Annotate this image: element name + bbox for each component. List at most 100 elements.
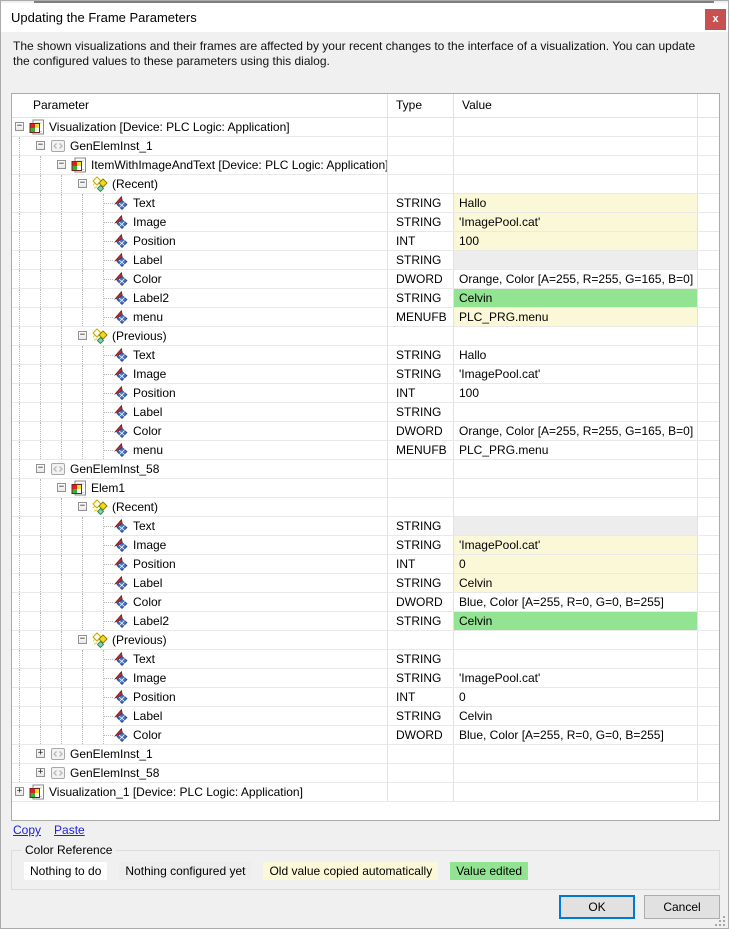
value-cell[interactable]: Hallo: [454, 194, 698, 212]
tree-guide-line: [61, 593, 62, 611]
table-row[interactable]: −ItemWithImageAndText [Device: PLC Logic…: [12, 156, 719, 175]
value-cell[interactable]: 100: [454, 384, 698, 402]
table-row[interactable]: LabelSTRING: [12, 251, 719, 270]
expand-toggle-icon[interactable]: +: [15, 787, 24, 796]
value-cell[interactable]: [454, 460, 698, 478]
value-cell[interactable]: 'ImagePool.cat': [454, 213, 698, 231]
table-row[interactable]: ColorDWORDBlue, Color [A=255, R=0, G=0, …: [12, 593, 719, 612]
tree-guide-line: [40, 213, 41, 231]
value-cell[interactable]: [454, 118, 698, 136]
value-cell[interactable]: [454, 745, 698, 763]
value-cell[interactable]: 'ImagePool.cat': [454, 536, 698, 554]
table-row[interactable]: ColorDWORDOrange, Color [A=255, R=255, G…: [12, 422, 719, 441]
value-cell[interactable]: Orange, Color [A=255, R=255, G=165, B=0]: [454, 422, 698, 440]
value-cell[interactable]: [454, 251, 698, 269]
table-row[interactable]: Label2STRINGCelvin: [12, 612, 719, 631]
table-row[interactable]: −(Recent): [12, 175, 719, 194]
tree-guide-line: [40, 156, 41, 174]
value-cell[interactable]: Celvin: [454, 289, 698, 307]
table-row[interactable]: −GenElemInst_58: [12, 460, 719, 479]
table-row[interactable]: ImageSTRING'ImagePool.cat': [12, 536, 719, 555]
value-cell[interactable]: [454, 517, 698, 535]
value-cell[interactable]: [454, 498, 698, 516]
value-cell[interactable]: [454, 403, 698, 421]
collapse-toggle-icon[interactable]: −: [78, 502, 87, 511]
value-cell[interactable]: [454, 175, 698, 193]
value-cell[interactable]: 100: [454, 232, 698, 250]
collapse-toggle-icon[interactable]: −: [57, 160, 66, 169]
value-cell[interactable]: Blue, Color [A=255, R=0, G=0, B=255]: [454, 593, 698, 611]
copy-link[interactable]: Copy: [13, 823, 41, 837]
table-row[interactable]: LabelSTRING: [12, 403, 719, 422]
expand-toggle-icon[interactable]: +: [36, 768, 45, 777]
value-cell[interactable]: 'ImagePool.cat': [454, 365, 698, 383]
collapse-toggle-icon[interactable]: −: [15, 122, 24, 131]
table-row[interactable]: LabelSTRINGCelvin: [12, 707, 719, 726]
collapse-toggle-icon[interactable]: −: [36, 464, 45, 473]
filler-cell: [698, 156, 719, 174]
value-cell[interactable]: Orange, Color [A=255, R=255, G=165, B=0]: [454, 270, 698, 288]
table-row[interactable]: LabelSTRINGCelvin: [12, 574, 719, 593]
collapse-toggle-icon[interactable]: −: [78, 635, 87, 644]
value-cell[interactable]: PLC_PRG.menu: [454, 441, 698, 459]
table-row[interactable]: ImageSTRING'ImagePool.cat': [12, 213, 719, 232]
table-row[interactable]: TextSTRING: [12, 650, 719, 669]
table-row[interactable]: TextSTRINGHallo: [12, 194, 719, 213]
collapse-toggle-icon[interactable]: −: [78, 331, 87, 340]
column-header-value[interactable]: Value: [454, 94, 698, 117]
value-cell[interactable]: PLC_PRG.menu: [454, 308, 698, 326]
value-cell[interactable]: Celvin: [454, 612, 698, 630]
paste-link[interactable]: Paste: [54, 823, 85, 837]
table-row[interactable]: TextSTRING: [12, 517, 719, 536]
value-cell[interactable]: [454, 650, 698, 668]
value-cell[interactable]: [454, 137, 698, 155]
table-row[interactable]: +GenElemInst_1: [12, 745, 719, 764]
table-row[interactable]: +Visualization_1 [Device: PLC Logic: App…: [12, 783, 719, 802]
value-cell[interactable]: [454, 479, 698, 497]
table-row[interactable]: Label2STRINGCelvin: [12, 289, 719, 308]
parameter-cell: menu: [12, 308, 388, 326]
value-cell[interactable]: [454, 156, 698, 174]
value-cell[interactable]: 0: [454, 555, 698, 573]
table-row[interactable]: −GenElemInst_1: [12, 137, 719, 156]
table-row[interactable]: ColorDWORDBlue, Color [A=255, R=0, G=0, …: [12, 726, 719, 745]
collapse-toggle-icon[interactable]: −: [57, 483, 66, 492]
value-cell[interactable]: Celvin: [454, 574, 698, 592]
table-row[interactable]: PositionINT0: [12, 688, 719, 707]
table-row[interactable]: PositionINT100: [12, 232, 719, 251]
table-row[interactable]: −(Previous): [12, 631, 719, 650]
ok-button[interactable]: OK: [559, 895, 635, 919]
value-cell[interactable]: [454, 327, 698, 345]
value-cell[interactable]: 'ImagePool.cat': [454, 669, 698, 687]
value-cell[interactable]: Celvin: [454, 707, 698, 725]
value-cell[interactable]: [454, 783, 698, 801]
collapse-toggle-icon[interactable]: −: [78, 179, 87, 188]
table-row[interactable]: −(Previous): [12, 327, 719, 346]
collapse-toggle-icon[interactable]: −: [36, 141, 45, 150]
resize-grip-icon[interactable]: [715, 916, 725, 926]
cancel-button[interactable]: Cancel: [644, 895, 720, 919]
value-cell[interactable]: Blue, Color [A=255, R=0, G=0, B=255]: [454, 726, 698, 744]
close-button[interactable]: x: [705, 9, 726, 30]
column-header-type[interactable]: Type: [388, 94, 454, 117]
table-row[interactable]: menuMENUFBPLC_PRG.menu: [12, 441, 719, 460]
value-cell[interactable]: [454, 631, 698, 649]
table-row[interactable]: ImageSTRING'ImagePool.cat': [12, 669, 719, 688]
table-row[interactable]: TextSTRINGHallo: [12, 346, 719, 365]
value-cell[interactable]: [454, 764, 698, 782]
table-row[interactable]: −(Recent): [12, 498, 719, 517]
type-cell: MENUFB: [388, 308, 454, 326]
value-cell[interactable]: 0: [454, 688, 698, 706]
value-cell[interactable]: Hallo: [454, 346, 698, 364]
table-row[interactable]: ImageSTRING'ImagePool.cat': [12, 365, 719, 384]
table-row[interactable]: +GenElemInst_58: [12, 764, 719, 783]
table-row[interactable]: PositionINT0: [12, 555, 719, 574]
table-row[interactable]: menuMENUFBPLC_PRG.menu: [12, 308, 719, 327]
column-header-parameter[interactable]: Parameter: [12, 94, 388, 117]
table-row[interactable]: −Visualization [Device: PLC Logic: Appli…: [12, 118, 719, 137]
table-row[interactable]: PositionINT100: [12, 384, 719, 403]
table-row[interactable]: −Elem1: [12, 479, 719, 498]
table-row[interactable]: ColorDWORDOrange, Color [A=255, R=255, G…: [12, 270, 719, 289]
expand-toggle-icon[interactable]: +: [36, 749, 45, 758]
type-cell: STRING: [388, 346, 454, 364]
